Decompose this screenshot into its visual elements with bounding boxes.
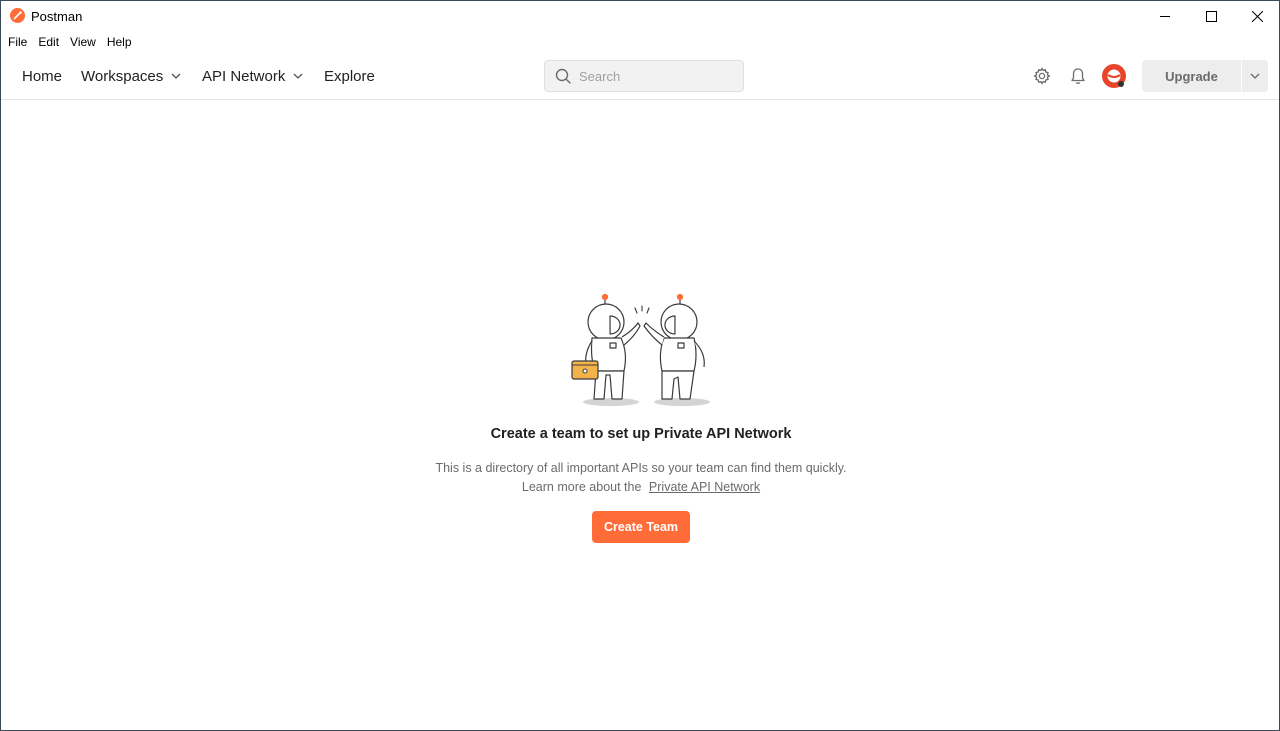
empty-state-description-line2: Learn more about the Private API Network [1, 478, 1280, 497]
menu-view[interactable]: View [70, 35, 96, 49]
app-window: Postman File Edit View Help Home Workspa… [0, 0, 1280, 731]
nav-workspaces-label: Workspaces [81, 67, 164, 85]
astronauts-high-five-illustration [571, 293, 710, 406]
nav-api-network[interactable]: API Network [202, 67, 303, 85]
private-api-network-link[interactable]: Private API Network [649, 480, 760, 494]
upgrade-button[interactable]: Upgrade [1142, 60, 1241, 92]
menu-help[interactable]: Help [107, 35, 132, 49]
app-header: Home Workspaces API Network Explore Sear… [1, 53, 1279, 100]
notifications-button[interactable] [1068, 66, 1088, 86]
upgrade-dropdown-button[interactable] [1242, 60, 1268, 92]
nav-workspaces[interactable]: Workspaces [81, 67, 181, 85]
nav-home[interactable]: Home [22, 67, 62, 85]
create-team-button[interactable]: Create Team [592, 511, 690, 543]
postman-logo-icon [10, 8, 25, 23]
close-button[interactable] [1234, 1, 1280, 31]
close-icon [1251, 10, 1263, 22]
search-icon [555, 68, 571, 84]
learn-more-text: Learn more about the [521, 480, 642, 494]
nav-api-network-label: API Network [202, 67, 286, 85]
empty-state-description: This is a directory of all important API… [1, 459, 1280, 497]
nav-explore[interactable]: Explore [324, 67, 375, 85]
title-bar: Postman [1, 1, 1279, 31]
search-box[interactable] [544, 60, 744, 92]
nav-home-label: Home [22, 67, 63, 85]
chevron-down-icon [1250, 73, 1260, 79]
menu-bar: File Edit View Help [1, 32, 1279, 52]
settings-icon [1033, 67, 1051, 85]
settings-button[interactable] [1032, 66, 1052, 86]
chevron-down-icon [293, 73, 303, 79]
menu-file[interactable]: File [8, 35, 27, 49]
bell-icon [1071, 68, 1085, 84]
minimize-icon [1159, 15, 1170, 17]
nav-explore-label: Explore [324, 67, 375, 85]
empty-state-description-line1: This is a directory of all important API… [435, 461, 847, 475]
chevron-down-icon [171, 73, 181, 79]
window-title: Postman [31, 9, 83, 24]
maximize-icon [1205, 10, 1217, 22]
minimize-button[interactable] [1142, 1, 1188, 31]
avatar[interactable] [1101, 63, 1127, 89]
menu-edit[interactable]: Edit [38, 35, 59, 49]
maximize-button[interactable] [1188, 1, 1234, 31]
search-input[interactable] [579, 68, 729, 84]
empty-state-title: Create a team to set up Private API Netw… [490, 426, 792, 442]
upgrade-button-group: Upgrade [1142, 60, 1268, 92]
